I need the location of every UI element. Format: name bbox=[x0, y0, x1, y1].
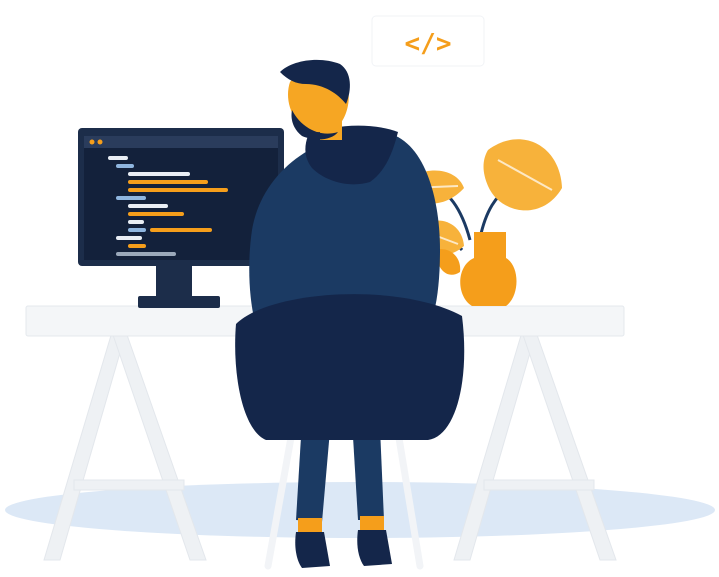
illustration-canvas: </> bbox=[5, 15, 715, 570]
chair-back bbox=[235, 294, 465, 440]
code-badge-text: </> bbox=[405, 29, 452, 59]
vase bbox=[460, 232, 517, 306]
developer-illustration: </> bbox=[0, 0, 719, 577]
monitor-screen bbox=[84, 136, 278, 260]
code-badge: </> bbox=[371, 15, 485, 67]
